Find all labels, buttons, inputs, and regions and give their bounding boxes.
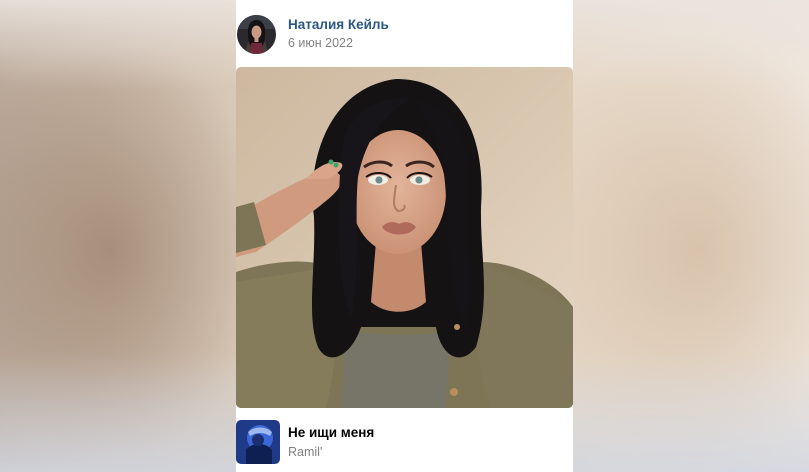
post-card: Наталия Кейль 6 июн 2022 Не ищи меня Ram… [236,0,573,472]
audio-attachment[interactable]: Не ищи меня Ramil' [236,408,573,472]
avatar-image [237,15,276,54]
portrait-photo-icon [236,67,573,408]
post-date[interactable]: 6 июн 2022 [288,36,353,50]
author-name-link[interactable]: Наталия Кейль [288,17,389,32]
track-title[interactable]: Не ищи меня [288,425,374,440]
post-photo[interactable] [236,67,573,408]
author-avatar[interactable] [237,15,276,54]
post-header: Наталия Кейль 6 июн 2022 [236,0,573,67]
album-cover-icon[interactable] [236,420,280,464]
track-artist[interactable]: Ramil' [288,445,322,459]
